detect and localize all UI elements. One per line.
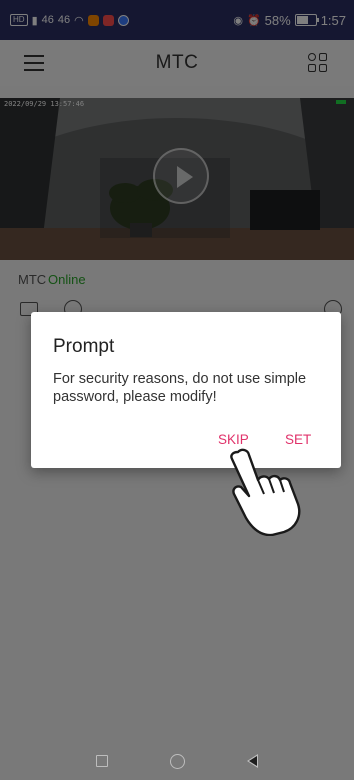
back-icon[interactable]	[247, 754, 258, 768]
dialog-message: For security reasons, do not use simple …	[53, 371, 307, 405]
prompt-dialog: Prompt For security reasons, do not use …	[31, 312, 341, 468]
app-screen: HD ▮ 46 46 ◠ ◉ ⏰ 58% 1:57 MTC	[0, 0, 354, 780]
home-icon[interactable]	[170, 753, 185, 769]
hand-pointer-icon	[230, 448, 301, 536]
dialog-title: Prompt	[53, 336, 115, 357]
set-button[interactable]: SET	[285, 432, 311, 447]
system-nav-bar	[0, 742, 354, 780]
skip-button[interactable]: SKIP	[218, 432, 249, 447]
recent-apps-icon[interactable]	[96, 755, 108, 767]
